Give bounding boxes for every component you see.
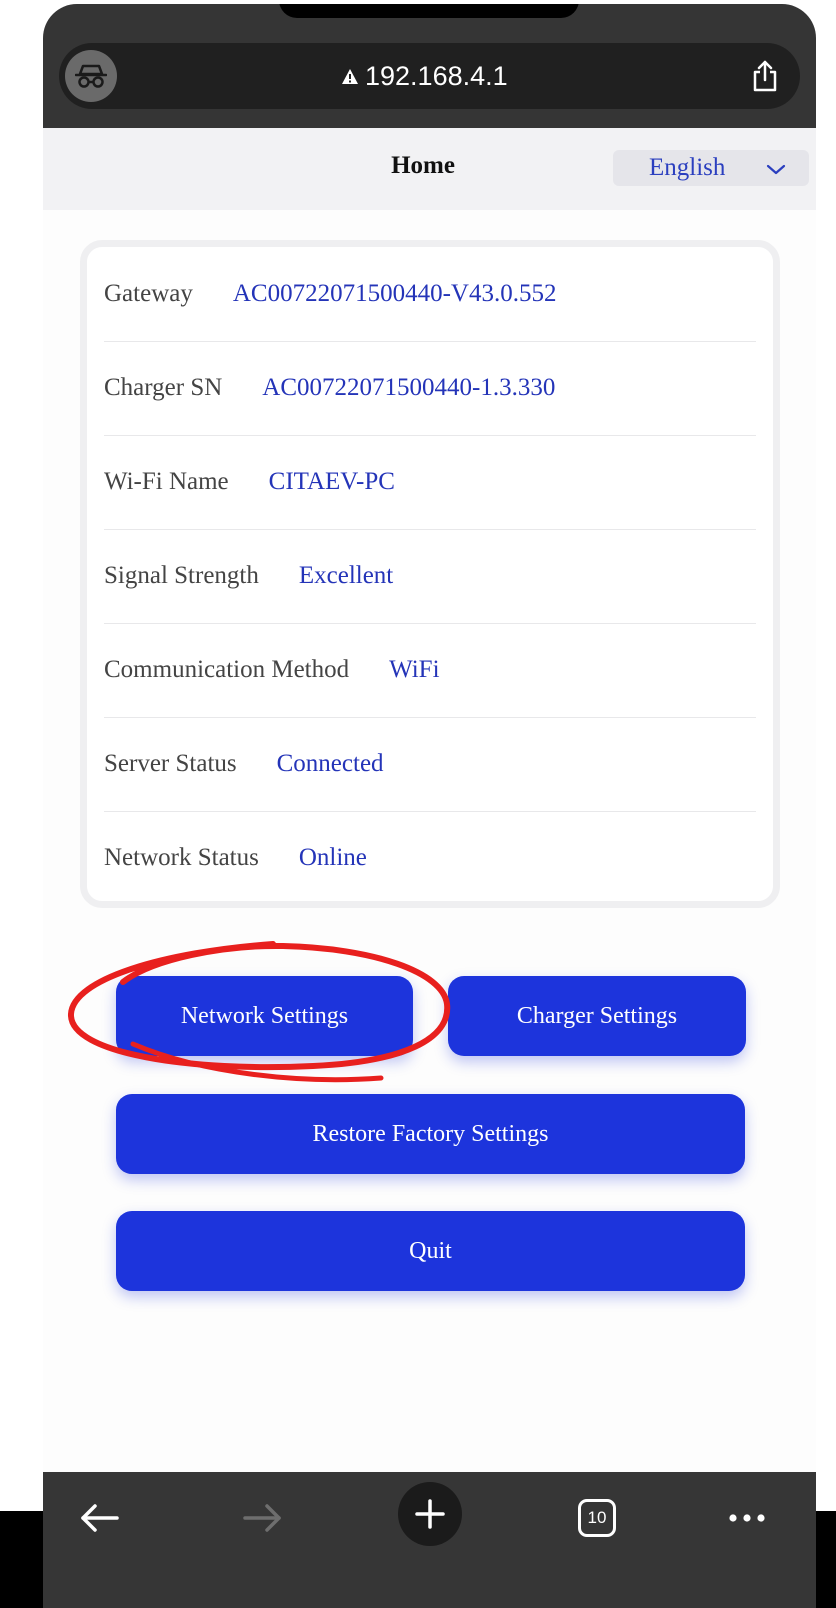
restore-factory-settings-button[interactable]: Restore Factory Settings [116,1094,745,1174]
tab-count: 10 [578,1499,616,1537]
language-select[interactable]: English [613,150,809,186]
back-arrow-icon[interactable] [75,1494,123,1542]
charger-settings-button[interactable]: Charger Settings [448,976,746,1056]
device-info-card: Gateway AC00722071500440-V43.0.552 Charg… [80,240,780,908]
signal-strength-label: Signal Strength [104,562,259,589]
info-row-gateway: Gateway AC00722071500440-V43.0.552 [104,247,756,342]
quit-button[interactable]: Quit [116,1211,745,1291]
screen-edge [0,1511,43,1608]
charger-sn-label: Charger SN [104,374,223,401]
communication-method-label: Communication Method [104,656,350,683]
device-notch [279,4,579,18]
warning-icon [342,68,358,84]
browser-top-bar: 192.168.4.1 [43,4,816,128]
language-label: English [649,154,726,181]
communication-method-value: WiFi [389,656,440,683]
incognito-icon[interactable] [65,50,117,102]
gateway-label: Gateway [104,280,193,307]
network-settings-button[interactable]: Network Settings [116,976,413,1056]
url-text: 192.168.4.1 [365,60,508,91]
info-row-wifi-name: Wi-Fi Name CITAEV-PC [104,435,756,530]
wifi-name-value: CITAEV-PC [268,468,395,495]
gateway-value: AC00722071500440-V43.0.552 [232,280,557,307]
charger-sn-value: AC00722071500440-1.3.330 [262,374,556,401]
info-row-network-status: Network Status Online [104,811,756,905]
network-status-value: Online [298,844,367,871]
tabs-icon[interactable]: 10 [573,1494,621,1542]
info-row-server-status: Server Status Connected [104,717,756,812]
url-display[interactable]: 192.168.4.1 [341,59,508,93]
info-row-signal-strength: Signal Strength Excellent [104,529,756,624]
server-status-label: Server Status [104,750,237,777]
screen-edge [816,1511,836,1608]
info-row-charger-sn: Charger SN AC00722071500440-1.3.330 [104,341,756,436]
server-status-value: Connected [276,750,384,777]
network-status-label: Network Status [104,844,259,871]
share-icon[interactable] [746,57,784,95]
signal-strength-value: Excellent [298,562,394,589]
page-header: Home English [43,128,816,210]
info-row-communication-method: Communication Method WiFi [104,623,756,718]
plus-icon[interactable] [398,1482,462,1546]
browser-bottom-toolbar: 10 [43,1472,816,1608]
chevron-down-icon [766,164,786,175]
phone-screen: 192.168.4.1 Home English Gateway AC00722… [43,4,816,1608]
wifi-name-label: Wi-Fi Name [104,468,229,495]
forward-arrow-icon[interactable] [239,1494,287,1542]
more-icon[interactable] [723,1494,771,1542]
address-bar[interactable]: 192.168.4.1 [59,43,800,109]
